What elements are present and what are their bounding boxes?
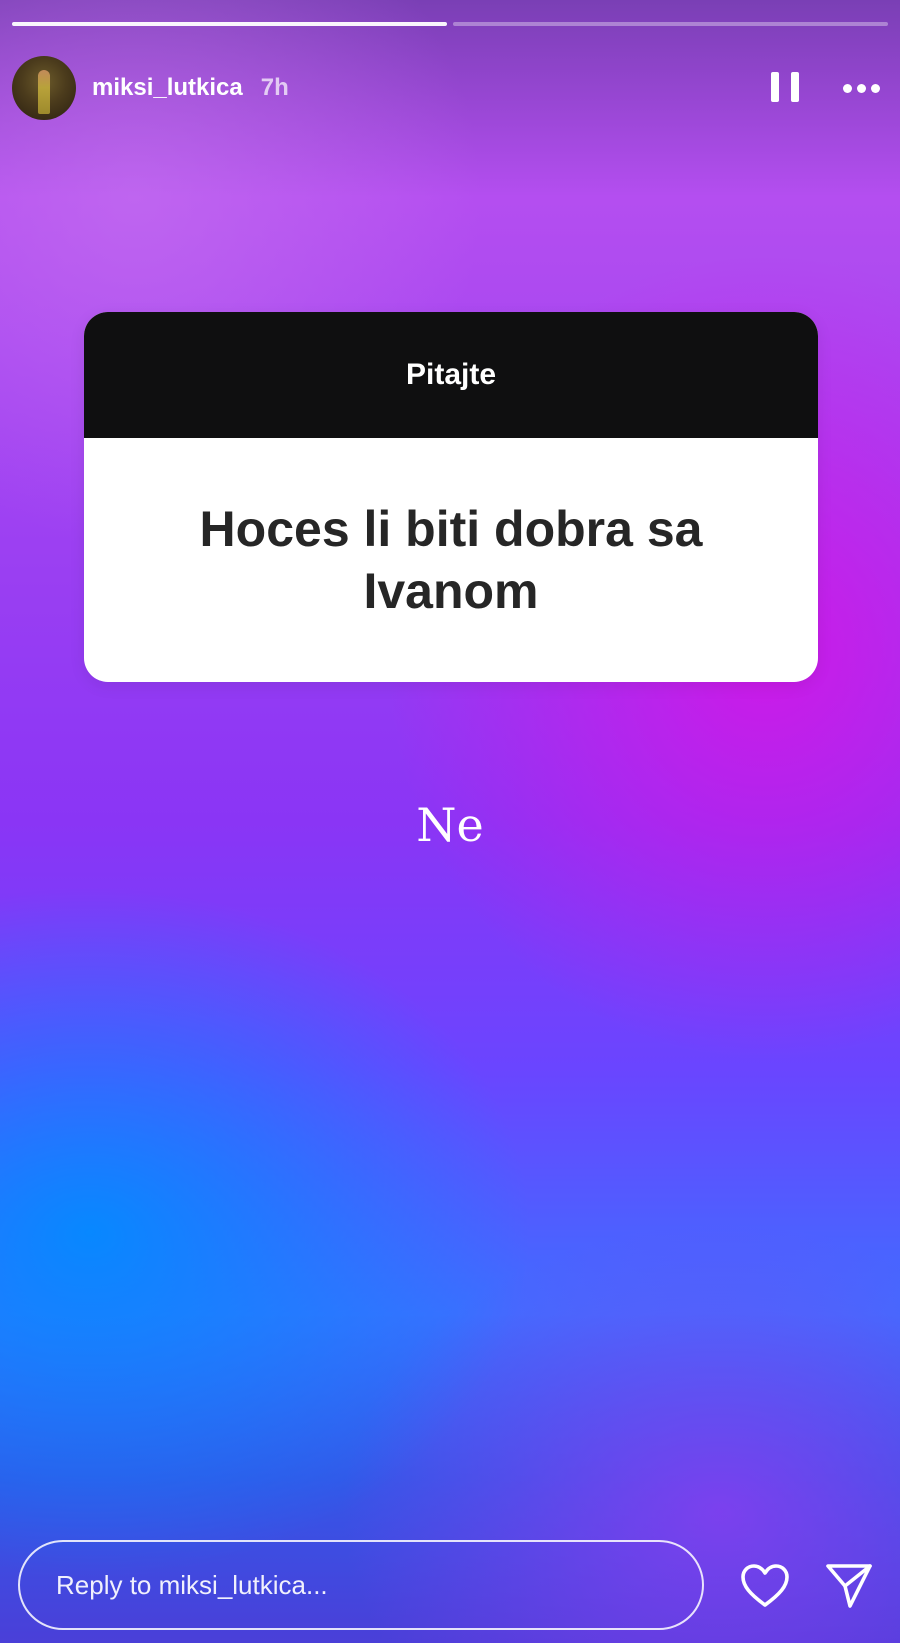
- question-text: Hoces li biti dobra sa Ivanom: [199, 500, 703, 620]
- heart-icon[interactable]: [740, 1563, 790, 1609]
- avatar[interactable]: [12, 56, 76, 120]
- send-icon[interactable]: [824, 1560, 874, 1610]
- answer-text: Ne: [416, 798, 484, 852]
- pause-icon[interactable]: [771, 72, 799, 104]
- pause-bar-left: [771, 72, 779, 102]
- more-dot: [871, 83, 880, 93]
- more-dot: [857, 83, 866, 93]
- story-progress-bar: [12, 22, 888, 26]
- pause-bar-right: [791, 72, 799, 102]
- username[interactable]: miksi_lutkica: [92, 74, 243, 102]
- more-dot: [843, 83, 852, 93]
- question-sticker-title: Pitajte: [84, 312, 818, 438]
- send-icon-svg: [826, 1564, 872, 1608]
- story-progress-segment-viewed: [12, 22, 447, 26]
- heart-icon-svg: [741, 1564, 789, 1607]
- story-header: miksi_lutkica 7h: [12, 55, 880, 121]
- post-time: 7h: [260, 74, 289, 101]
- story-progress-segment-pending: [453, 22, 888, 26]
- more-horizontal-icon[interactable]: [843, 83, 880, 93]
- reply-placeholder: Reply to miksi_lutkica...: [56, 1569, 328, 1600]
- reply-input[interactable]: Reply to miksi_lutkica...: [18, 1540, 704, 1630]
- question-sticker: Pitajte Hoces li biti dobra sa Ivanom: [84, 312, 818, 682]
